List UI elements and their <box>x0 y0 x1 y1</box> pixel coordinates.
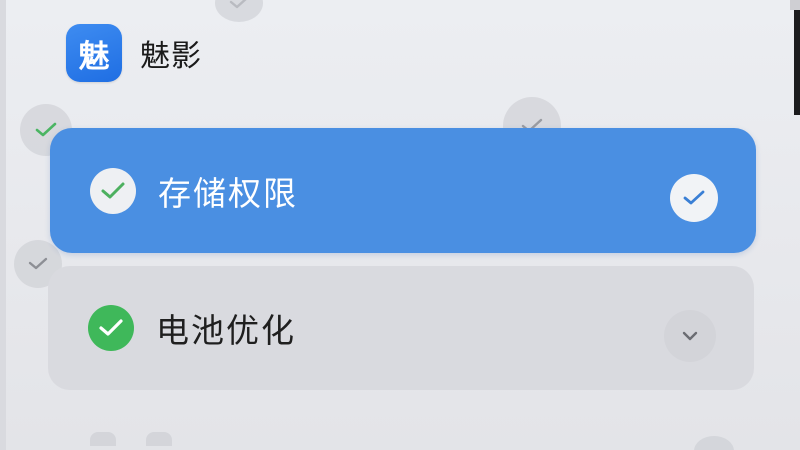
app-header: 魅 魅影 <box>66 24 202 82</box>
permission-row-storage[interactable]: 存储权限 <box>50 128 756 253</box>
chevron-down-icon[interactable] <box>664 310 716 362</box>
permission-label: 电池优化 <box>156 311 296 350</box>
faded-check-icon <box>694 436 734 450</box>
screen-corner <box>790 0 800 10</box>
check-icon <box>90 167 136 214</box>
faded-check-icon <box>215 0 263 22</box>
screen-left-edge <box>0 0 6 450</box>
app-icon: 魅 <box>66 24 122 82</box>
permission-row-battery[interactable]: 电池优化 <box>48 266 754 390</box>
check-circle-icon[interactable] <box>670 174 718 222</box>
partial-glyph <box>146 432 172 446</box>
app-name: 魅影 <box>140 39 202 74</box>
partial-glyph <box>90 432 116 446</box>
permission-screen: 魅 魅影 存储权限 电池优化 <box>0 0 800 450</box>
screen-right-edge <box>794 0 800 115</box>
next-item-partial <box>90 432 210 450</box>
check-icon <box>88 305 134 351</box>
permission-label: 存储权限 <box>158 173 298 213</box>
